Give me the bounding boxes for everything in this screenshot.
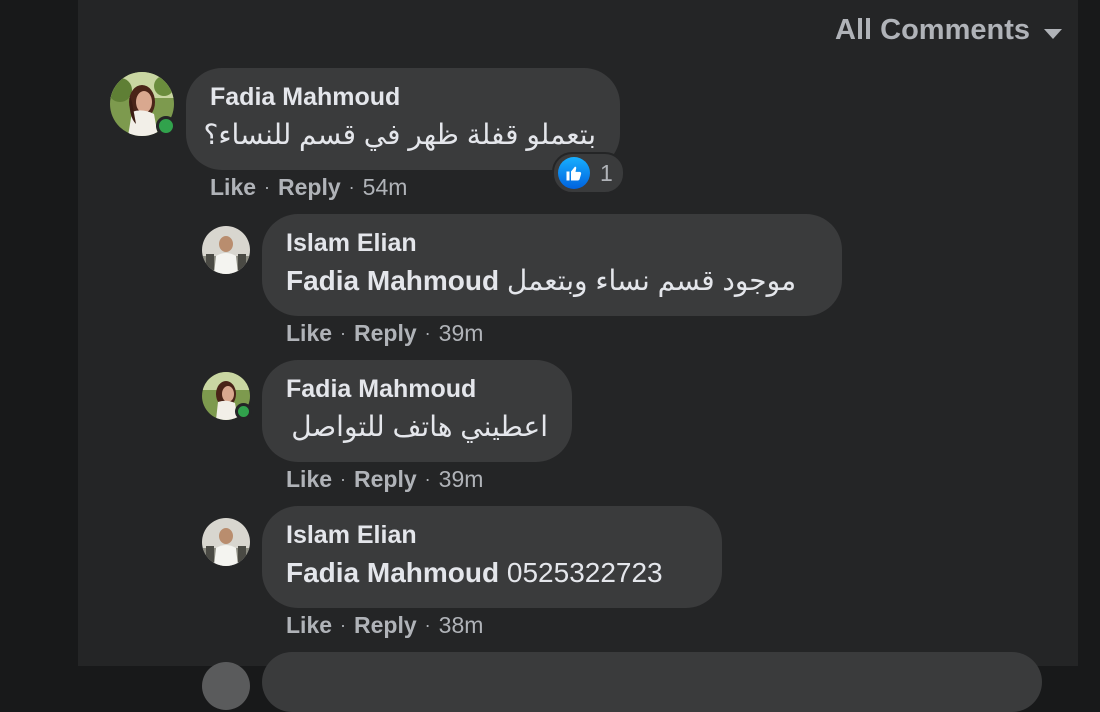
comment-text: اعطيني هاتف للتواصل (291, 411, 548, 442)
comment-timestamp[interactable]: 54m (363, 174, 408, 201)
separator: · (340, 323, 347, 343)
avatar[interactable] (110, 72, 176, 136)
mention-link[interactable]: Fadia Mahmoud (286, 265, 499, 296)
comment-bubble: Islam Elian Fadia Mahmoud موجود قسم نساء… (262, 214, 842, 316)
comment-actions: Like · Reply · 39m (286, 320, 483, 347)
comment-timestamp[interactable]: 38m (439, 612, 484, 639)
caret-down-icon (1044, 28, 1062, 39)
sort-label: All Comments (835, 14, 1030, 46)
comment-actions: Like · Reply · 38m (286, 612, 483, 639)
comment-author[interactable]: Islam Elian (286, 520, 698, 550)
reply-button[interactable]: Reply (278, 174, 341, 201)
online-status-indicator (156, 116, 176, 136)
sort-comments-dropdown[interactable]: All Comments (835, 14, 1062, 47)
like-button[interactable]: Like (286, 466, 332, 493)
like-button[interactable]: Like (210, 174, 256, 201)
comment-actions: Like · Reply · 39m (286, 466, 483, 493)
like-icon (558, 157, 590, 189)
comment-text: بتعملو قفلة ظهر في قسم للنساء؟ (203, 119, 596, 150)
reaction-count: 1 (600, 159, 613, 186)
avatar[interactable] (202, 518, 250, 566)
comment-actions: Like · Reply · 54m (210, 174, 407, 201)
like-button[interactable]: Like (286, 612, 332, 639)
reply-button[interactable]: Reply (354, 320, 417, 347)
avatar[interactable] (202, 662, 250, 710)
reaction-summary[interactable]: 1 (552, 152, 625, 194)
separator: · (340, 615, 347, 635)
mention-link[interactable]: Fadia Mahmoud (286, 557, 499, 588)
reply-button[interactable]: Reply (354, 612, 417, 639)
separator: · (424, 615, 431, 635)
avatar[interactable] (202, 372, 252, 420)
separator: · (264, 177, 271, 197)
comment-bubble (262, 652, 1042, 712)
separator: · (424, 469, 431, 489)
separator: · (424, 323, 431, 343)
online-status-indicator (235, 403, 252, 420)
reply-button[interactable]: Reply (354, 466, 417, 493)
comment-author[interactable]: Islam Elian (286, 228, 818, 258)
comment-text: Fadia Mahmoud موجود قسم نساء وبتعمل (286, 265, 797, 296)
comment-author[interactable]: Fadia Mahmoud (210, 82, 596, 112)
comment-bubble: Fadia Mahmoud بتعملو قفلة ظهر في قسم للن… (186, 68, 620, 170)
separator: · (348, 177, 355, 197)
comment-bubble: Islam Elian Fadia Mahmoud 0525322723 (262, 506, 722, 608)
comment-bubble: Fadia Mahmoud اعطيني هاتف للتواصل (262, 360, 572, 462)
comment-text: Fadia Mahmoud 0525322723 (286, 557, 663, 588)
comment-timestamp[interactable]: 39m (439, 320, 484, 347)
avatar[interactable] (202, 226, 250, 274)
separator: · (340, 469, 347, 489)
like-button[interactable]: Like (286, 320, 332, 347)
comment-author[interactable]: Fadia Mahmoud (286, 374, 548, 404)
comment-timestamp[interactable]: 39m (439, 466, 484, 493)
